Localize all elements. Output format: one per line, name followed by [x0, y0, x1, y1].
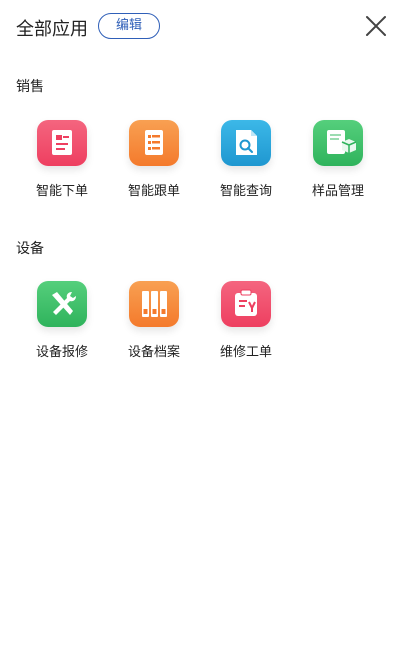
sample-box-icon — [313, 120, 363, 166]
order-document-icon — [37, 120, 87, 166]
section-title-sales: 销售 — [16, 79, 44, 95]
archive-binders-icon — [129, 281, 179, 327]
repair-tools-icon — [37, 281, 87, 327]
app-label: 智能查询 — [219, 184, 272, 199]
close-icon[interactable] — [364, 14, 388, 38]
app-item-smart-tracking[interactable]: 智能跟单 — [108, 120, 200, 210]
app-label: 智能跟单 — [127, 184, 180, 199]
work-order-clipboard-icon — [221, 281, 271, 327]
app-item-smart-query[interactable]: 智能查询 — [200, 120, 292, 210]
edit-button[interactable]: 编辑 — [98, 13, 160, 39]
app-label: 维修工单 — [219, 345, 272, 360]
tracking-list-icon — [129, 120, 179, 166]
section-title-equipment: 设备 — [16, 241, 44, 257]
app-label: 设备报修 — [35, 345, 88, 360]
app-item-sample-management[interactable]: 样品管理 — [292, 120, 384, 210]
app-item-equipment-repair[interactable]: 设备报修 — [16, 281, 108, 371]
app-header: 全部应用 编辑 — [0, 0, 400, 56]
app-label: 样品管理 — [311, 184, 364, 199]
app-label: 智能下单 — [35, 184, 88, 199]
app-item-equipment-archive[interactable]: 设备档案 — [108, 281, 200, 371]
app-item-repair-work-order[interactable]: 维修工单 — [200, 281, 292, 371]
app-item-smart-order[interactable]: 智能下单 — [16, 120, 108, 210]
page-title: 全部应用 — [16, 19, 88, 40]
search-document-icon — [221, 120, 271, 166]
app-label: 设备档案 — [127, 345, 180, 360]
